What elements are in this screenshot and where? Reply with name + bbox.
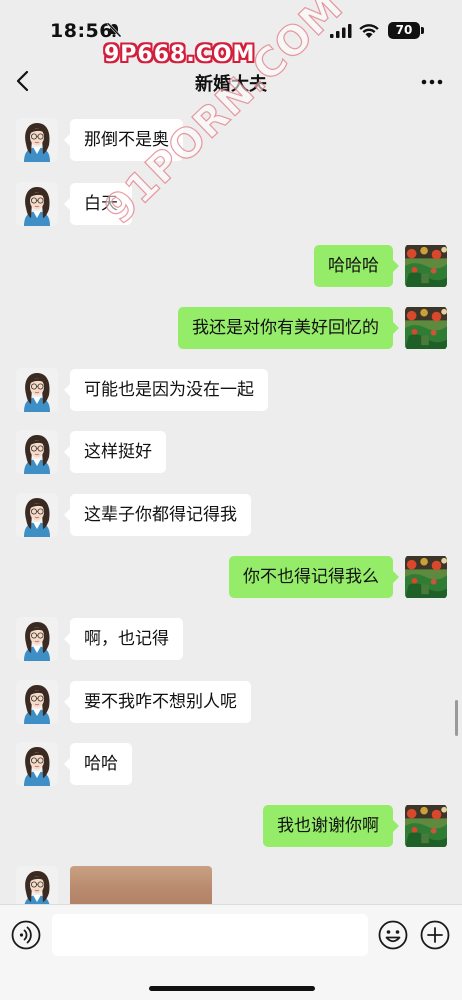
my-avatar[interactable] — [405, 306, 447, 350]
message-input[interactable] — [52, 914, 368, 956]
battery-indicator: 70 — [388, 22, 420, 39]
message-bubble[interactable]: 那倒不是奥 — [64, 119, 183, 161]
home-indicator — [149, 986, 315, 991]
cellular-signal-icon — [330, 24, 352, 38]
message-bubble[interactable]: 哈哈 — [64, 743, 132, 785]
contact-avatar[interactable] — [16, 368, 58, 412]
wifi-icon — [359, 24, 379, 38]
message-bubble[interactable]: 你不也得记得我么 — [229, 556, 399, 598]
battery-nub — [421, 27, 424, 34]
contact-avatar[interactable] — [16, 866, 58, 904]
message-bubble[interactable]: 啊，也记得 — [64, 618, 183, 660]
contact-avatar[interactable] — [16, 118, 58, 162]
chat-area[interactable]: 那倒不是奥 白天 哈哈哈 我还是对你有美好回忆的 可能也是因为没在一起 这样挺好… — [0, 106, 462, 904]
watermark-top: 9P668.COM — [104, 42, 256, 67]
plus-icon[interactable] — [419, 919, 451, 951]
input-bar — [0, 904, 462, 1000]
my-avatar[interactable] — [405, 804, 447, 848]
message-bubble[interactable]: 我还是对你有美好回忆的 — [178, 307, 399, 349]
chat-title: 新婚大夫 — [195, 74, 267, 95]
message-bubble[interactable]: 这样挺好 — [64, 431, 166, 473]
contact-avatar[interactable] — [16, 493, 58, 537]
message-bubble[interactable]: 这辈子你都得记得我 — [64, 494, 251, 536]
scrollbar-thumb[interactable] — [455, 700, 458, 736]
contact-avatar[interactable] — [16, 680, 58, 724]
contact-avatar[interactable] — [16, 742, 58, 786]
contact-avatar[interactable] — [16, 430, 58, 474]
emoji-icon[interactable] — [377, 919, 409, 951]
my-avatar[interactable] — [405, 244, 447, 288]
message-bubble[interactable]: 可能也是因为没在一起 — [64, 369, 268, 411]
more-dots-icon[interactable] — [418, 72, 446, 92]
my-avatar[interactable] — [405, 555, 447, 599]
message-bubble[interactable]: 白天 — [64, 183, 132, 225]
contact-avatar[interactable] — [16, 617, 58, 661]
contact-avatar[interactable] — [16, 182, 58, 226]
status-time: 18:56 — [50, 20, 113, 42]
message-bubble[interactable]: 要不我咋不想别人呢 — [64, 681, 251, 723]
image-message[interactable] — [70, 866, 212, 904]
bell-off-icon — [107, 22, 122, 38]
message-bubble[interactable]: 我也谢谢你啊 — [263, 805, 399, 847]
voice-icon[interactable] — [10, 919, 42, 951]
message-bubble[interactable]: 哈哈哈 — [314, 245, 399, 287]
